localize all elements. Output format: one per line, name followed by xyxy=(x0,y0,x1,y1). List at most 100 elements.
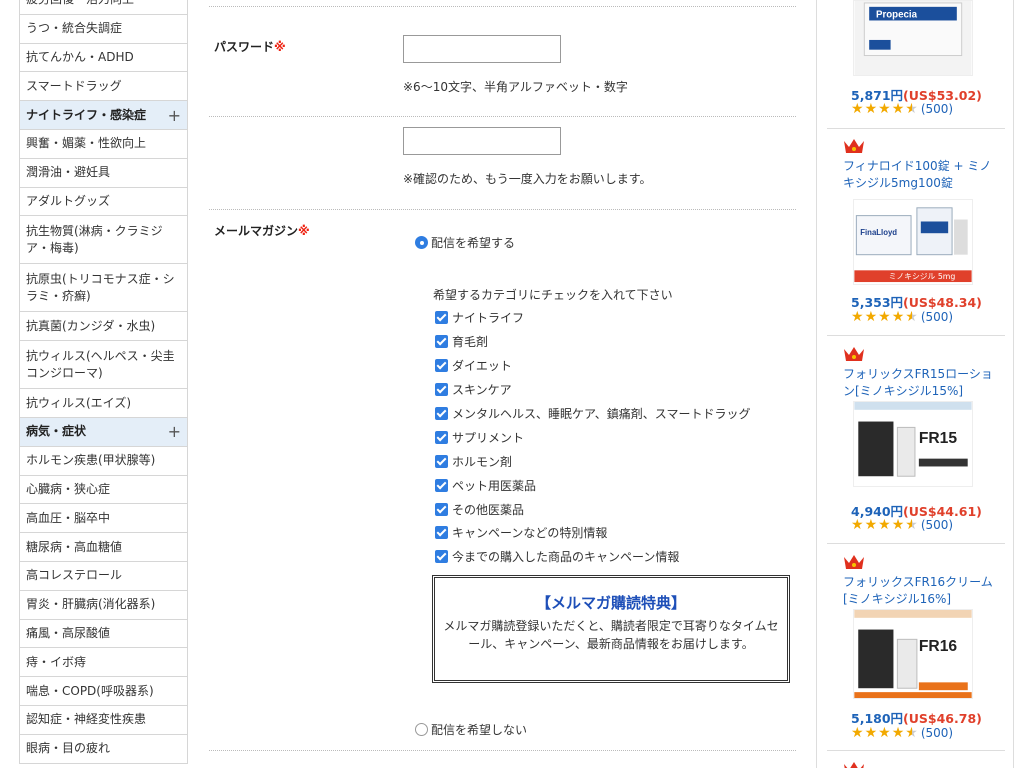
sidebar-item[interactable]: 心臓病・狭心症 xyxy=(20,475,187,505)
checkbox-label: サプリメント xyxy=(452,430,525,445)
sidebar-item[interactable]: 抗原虫(トリコモナス症・シラミ・疥癬) xyxy=(20,264,187,313)
plus-icon[interactable]: + xyxy=(168,107,181,124)
star-half-icon: ★ xyxy=(905,309,918,325)
star-icon: ★ xyxy=(891,517,905,533)
category-checkbox-list: ナイトライフ 育毛剤 ダイエット スキンケア メンタルヘルス、睡眠ケア、鎮痛剤、スマート… xyxy=(435,306,750,569)
star-half-icon: ★ xyxy=(905,101,918,117)
sidebar-item[interactable]: 興奮・媚薬・性欲向上 xyxy=(20,129,187,159)
checkbox-checked-icon[interactable] xyxy=(435,430,448,444)
sidebar-item-label: うつ・統合失調症 xyxy=(26,21,123,36)
review-count-link[interactable]: (500) xyxy=(921,518,953,532)
sidebar-item[interactable]: アダルトグッズ xyxy=(20,187,187,217)
sidebar-item[interactable]: 疲労回復・活力向上 xyxy=(20,0,187,15)
product-image[interactable]: Propecia xyxy=(853,0,973,76)
sidebar-item-label: 認知症・神経変性疾患 xyxy=(26,712,147,727)
star-icon: ★ xyxy=(864,725,878,741)
product-image[interactable]: FR16 xyxy=(853,609,973,699)
sidebar-item[interactable]: 抗生物質(淋病・クラミジア・梅毒) xyxy=(20,216,187,265)
sidebar-category-header[interactable]: 病気・症状 + xyxy=(20,417,187,447)
sidebar-item[interactable]: 痛風・高尿酸値 xyxy=(20,619,187,649)
divider xyxy=(209,209,796,210)
radio-newsletter-yes[interactable]: 配信を希望する xyxy=(415,234,515,251)
sidebar-item[interactable]: ホルモン疾患(甲状腺等) xyxy=(20,446,187,476)
radio-unselected-icon[interactable] xyxy=(415,723,428,736)
checkbox-checked-icon[interactable] xyxy=(435,311,448,325)
star-icon: ★ xyxy=(891,309,905,325)
review-count-link[interactable]: (500) xyxy=(921,726,953,740)
checkbox-checked-icon[interactable] xyxy=(435,335,448,349)
product-name-link[interactable]: フォリックスFR16クリーム[ミノキシジル16%] xyxy=(843,574,993,608)
checkbox-checked-icon[interactable] xyxy=(435,383,448,397)
checkbox-checked-icon[interactable] xyxy=(435,550,448,564)
checkbox-checked-icon[interactable] xyxy=(435,407,448,420)
sidebar-item[interactable]: 胃炎・肝臓病(消化器系) xyxy=(20,590,187,620)
star-icon: ★ xyxy=(864,517,878,533)
category-checkbox[interactable]: メンタルヘルス、睡眠ケア、鎮痛剤、スマートドラッグ xyxy=(435,402,750,426)
product-image[interactable]: FR15 xyxy=(853,401,973,487)
checkbox-checked-icon[interactable] xyxy=(435,478,448,492)
product-image[interactable]: FinaLloyd ミノキシジル 5mg xyxy=(853,199,973,285)
sidebar-item[interactable]: 痔・イボ痔 xyxy=(20,648,187,678)
sidebar-item-label: 抗ウィルス(エイズ) xyxy=(26,395,132,410)
review-count-link[interactable]: (500) xyxy=(921,102,953,116)
star-icon: ★ xyxy=(878,517,891,533)
sidebar-item[interactable]: 喘息・COPD(呼吸器系) xyxy=(20,677,187,706)
radio-yes-label: 配信を希望する xyxy=(431,236,516,250)
newsletter-benefit-box: 【メルマガ購読特典】 メルマガ購読登録いただくと、購読者限定で耳寄りなタイムセー… xyxy=(432,575,790,683)
star-half-icon: ★ xyxy=(905,517,918,533)
category-checkbox[interactable]: ペット用医薬品 xyxy=(435,473,750,497)
password-confirm-input[interactable] xyxy=(403,127,561,155)
divider xyxy=(209,6,796,7)
password-note: ※6〜10文字、半角アルファベット・数字 xyxy=(403,80,628,94)
star-icon: ★ xyxy=(878,309,891,325)
sidebar-category-header[interactable]: ナイトライフ・感染症 + xyxy=(20,101,187,130)
checkbox-checked-icon[interactable] xyxy=(435,359,448,373)
category-checkbox[interactable]: その他医薬品 xyxy=(435,497,750,521)
sidebar-item[interactable]: 糖尿病・高血糖値 xyxy=(20,533,187,562)
checkbox-checked-icon[interactable] xyxy=(435,454,448,468)
checkbox-label: その他医薬品 xyxy=(452,502,525,517)
sidebar-item[interactable]: 潤滑油・避妊具 xyxy=(20,158,187,188)
category-checkbox[interactable]: サプリメント xyxy=(435,425,750,449)
sidebar-item[interactable]: スマートドラッグ xyxy=(20,72,187,102)
sidebar-item-label: 高血圧・脳卒中 xyxy=(26,510,111,525)
sidebar-item[interactable]: 高血圧・脳卒中 xyxy=(20,504,187,534)
category-checkbox[interactable]: 今までの購入した商品のキャンペーン情報 xyxy=(435,545,750,569)
password-input[interactable] xyxy=(403,35,561,63)
category-checkbox[interactable]: 育毛剤 xyxy=(435,330,750,354)
product-name-link[interactable]: フォリックスFR15ローション[ミノキシジル15%] xyxy=(843,366,993,400)
sidebar-item-label: スマートドラッグ xyxy=(26,78,122,93)
category-checkbox[interactable]: ナイトライフ xyxy=(435,306,750,330)
sidebar-item[interactable]: 抗ウィルス(エイズ) xyxy=(20,389,187,418)
sidebar-item[interactable]: 高コレステロール xyxy=(20,561,187,591)
plus-icon[interactable]: + xyxy=(168,423,181,440)
category-checkbox[interactable]: ダイエット xyxy=(435,354,750,378)
sidebar-item[interactable]: 抗てんかん・ADHD xyxy=(20,43,187,73)
star-icon: ★ xyxy=(864,309,878,325)
checkbox-label: ホルモン剤 xyxy=(452,454,513,469)
checkbox-checked-icon[interactable] xyxy=(435,502,448,516)
sidebar-item-label: 糖尿病・高血糖値 xyxy=(26,539,123,554)
sidebar-item-label: 興奮・媚薬・性欲向上 xyxy=(26,136,147,151)
review-count-link[interactable]: (500) xyxy=(921,310,953,324)
sidebar-item[interactable]: 抗ウィルス(ヘルペス・尖圭コンジローマ) xyxy=(20,341,187,390)
checkbox-checked-icon[interactable] xyxy=(435,526,448,540)
radio-newsletter-no[interactable]: 配信を希望しない xyxy=(415,721,527,738)
sidebar-item-label: ホルモン疾患(甲状腺等) xyxy=(26,453,156,468)
category-checkbox[interactable]: スキンケア xyxy=(435,378,750,402)
radio-no-label: 配信を希望しない xyxy=(431,723,528,737)
sidebar-item[interactable]: 抗真菌(カンジダ・水虫) xyxy=(20,312,187,342)
star-icon: ★ xyxy=(851,101,864,117)
divider xyxy=(827,335,1005,336)
sidebar-item-label: 病気・症状 xyxy=(26,424,87,439)
product-name-link[interactable]: フィナロイド100錠 + ミノキシジル5mg100錠 xyxy=(843,158,993,192)
category-checkbox[interactable]: ホルモン剤 xyxy=(435,449,750,473)
category-checkbox[interactable]: キャンペーンなどの特別情報 xyxy=(435,521,750,545)
radio-selected-icon[interactable] xyxy=(415,236,428,249)
sidebar-item[interactable]: うつ・統合失調症 xyxy=(20,14,187,44)
sidebar-item[interactable]: 眼病・目の疲れ xyxy=(20,734,187,764)
sidebar-item-label: 抗ウィルス(ヘルペス・尖圭コンジローマ) xyxy=(26,348,175,380)
sidebar-item[interactable]: 認知症・神経変性疾患 xyxy=(20,705,187,735)
checkbox-label: キャンペーンなどの特別情報 xyxy=(452,526,608,541)
sidebar-item-label: 痛風・高尿酸値 xyxy=(26,625,111,640)
